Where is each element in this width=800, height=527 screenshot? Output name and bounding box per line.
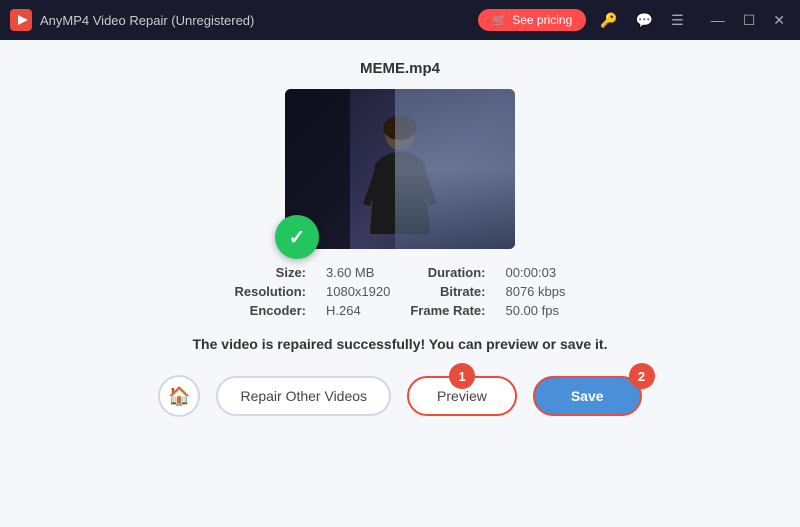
framerate-label: Frame Rate: [410,303,485,318]
save-wrapper: 2 Save [533,376,642,416]
video-preview-container: ✓ [285,89,515,249]
encoder-value: H.264 [326,303,390,318]
video-background [285,89,515,249]
key-icon[interactable]: 🔑 [596,10,621,31]
success-message: The video is repaired successfully! You … [193,334,608,355]
badge-2: 2 [629,363,655,389]
chat-icon[interactable]: 💬 [632,10,657,31]
app-title: AnyMP4 Video Repair (Unregistered) [40,13,478,28]
menu-icon[interactable]: ☰ [667,10,688,31]
title-bar: AnyMP4 Video Repair (Unregistered) 🛒 See… [0,0,800,40]
success-check-badge: ✓ [275,215,319,259]
title-bar-actions: 🛒 See pricing 🔑 💬 ☰ — ☐ ✕ [478,9,790,31]
app-logo-icon [10,9,32,31]
size-label: Size: [235,265,307,280]
home-icon: 🏠 [168,386,190,407]
duration-value: 00:00:03 [505,265,565,280]
video-metadata: Size: 3.60 MB Duration: 00:00:03 Resolut… [235,265,566,318]
preview-wrapper: 1 Preview [407,376,517,416]
resolution-value: 1080x1920 [326,284,390,299]
size-value: 3.60 MB [326,265,390,280]
duration-label: Duration: [410,265,485,280]
close-button[interactable]: ✕ [768,10,790,31]
video-filename: MEME.mp4 [360,60,440,77]
badge-1: 1 [449,363,475,389]
projection-area [395,89,515,249]
bitrate-value: 8076 kbps [505,284,565,299]
minimize-button[interactable]: — [706,10,730,30]
video-thumbnail [285,89,515,249]
cart-icon: 🛒 [492,13,507,27]
action-buttons-row: 🏠 Repair Other Videos 1 Preview 2 Save [158,375,641,417]
main-content: MEME.mp4 ✓ [0,40,800,527]
repair-other-videos-button[interactable]: Repair Other Videos [216,376,391,416]
see-pricing-button[interactable]: 🛒 See pricing [478,9,586,31]
encoder-label: Encoder: [235,303,307,318]
home-button[interactable]: 🏠 [158,375,200,417]
save-button[interactable]: Save [533,376,642,416]
framerate-value: 50.00 fps [505,303,565,318]
window-controls: — ☐ ✕ [706,10,790,31]
maximize-button[interactable]: ☐ [738,10,761,31]
resolution-label: Resolution: [235,284,307,299]
bitrate-label: Bitrate: [410,284,485,299]
